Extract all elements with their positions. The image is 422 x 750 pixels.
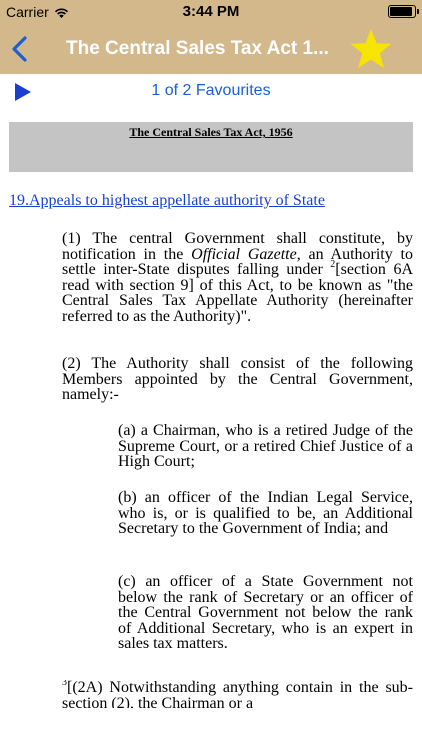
paragraph-2b: (b) an officer of the Indian Legal Servi… xyxy=(118,489,413,538)
p1-emphasis: Official Gazette xyxy=(191,245,297,263)
chevron-left-icon xyxy=(12,36,27,62)
paragraph-2c: (c) an officer of a State Government not… xyxy=(118,573,413,653)
p3-text: [(2A) Notwithstanding anything contain i… xyxy=(62,680,413,708)
act-title: The Central Sales Tax Act, 1956 xyxy=(129,125,293,139)
favourite-button[interactable] xyxy=(348,26,394,72)
star-icon xyxy=(350,29,392,68)
back-button[interactable] xyxy=(8,34,32,64)
footnote-marker-2: 2 xyxy=(330,258,336,270)
favourites-counter: 1 of 2 Favourites xyxy=(151,82,271,99)
act-header: The Central Sales Tax Act, 1956 xyxy=(9,122,413,172)
paragraph-3: 3[(2A) Notwithstanding anything contain … xyxy=(62,680,413,708)
section-link[interactable]: 19.Appeals to highest appellate authorit… xyxy=(9,192,325,210)
favourites-bar: 1 of 2 Favourites xyxy=(0,74,422,108)
battery-icon xyxy=(388,5,419,18)
page-title: The Central Sales Tax Act 1... xyxy=(66,38,329,59)
navigation-bar: The Central Sales Tax Act 1... xyxy=(0,24,422,74)
paragraph-2: (2) The Authority shall consist of the f… xyxy=(62,355,413,404)
clock: 3:44 PM xyxy=(182,3,240,20)
paragraph-2a: (a) a Chairman, who is a retired Judge o… xyxy=(118,422,413,471)
status-bar: Carrier 3:44 PM xyxy=(0,0,422,24)
footnote-marker-3: 3 xyxy=(62,680,67,688)
paragraph-1: (1) The central Government shall constit… xyxy=(62,231,413,325)
